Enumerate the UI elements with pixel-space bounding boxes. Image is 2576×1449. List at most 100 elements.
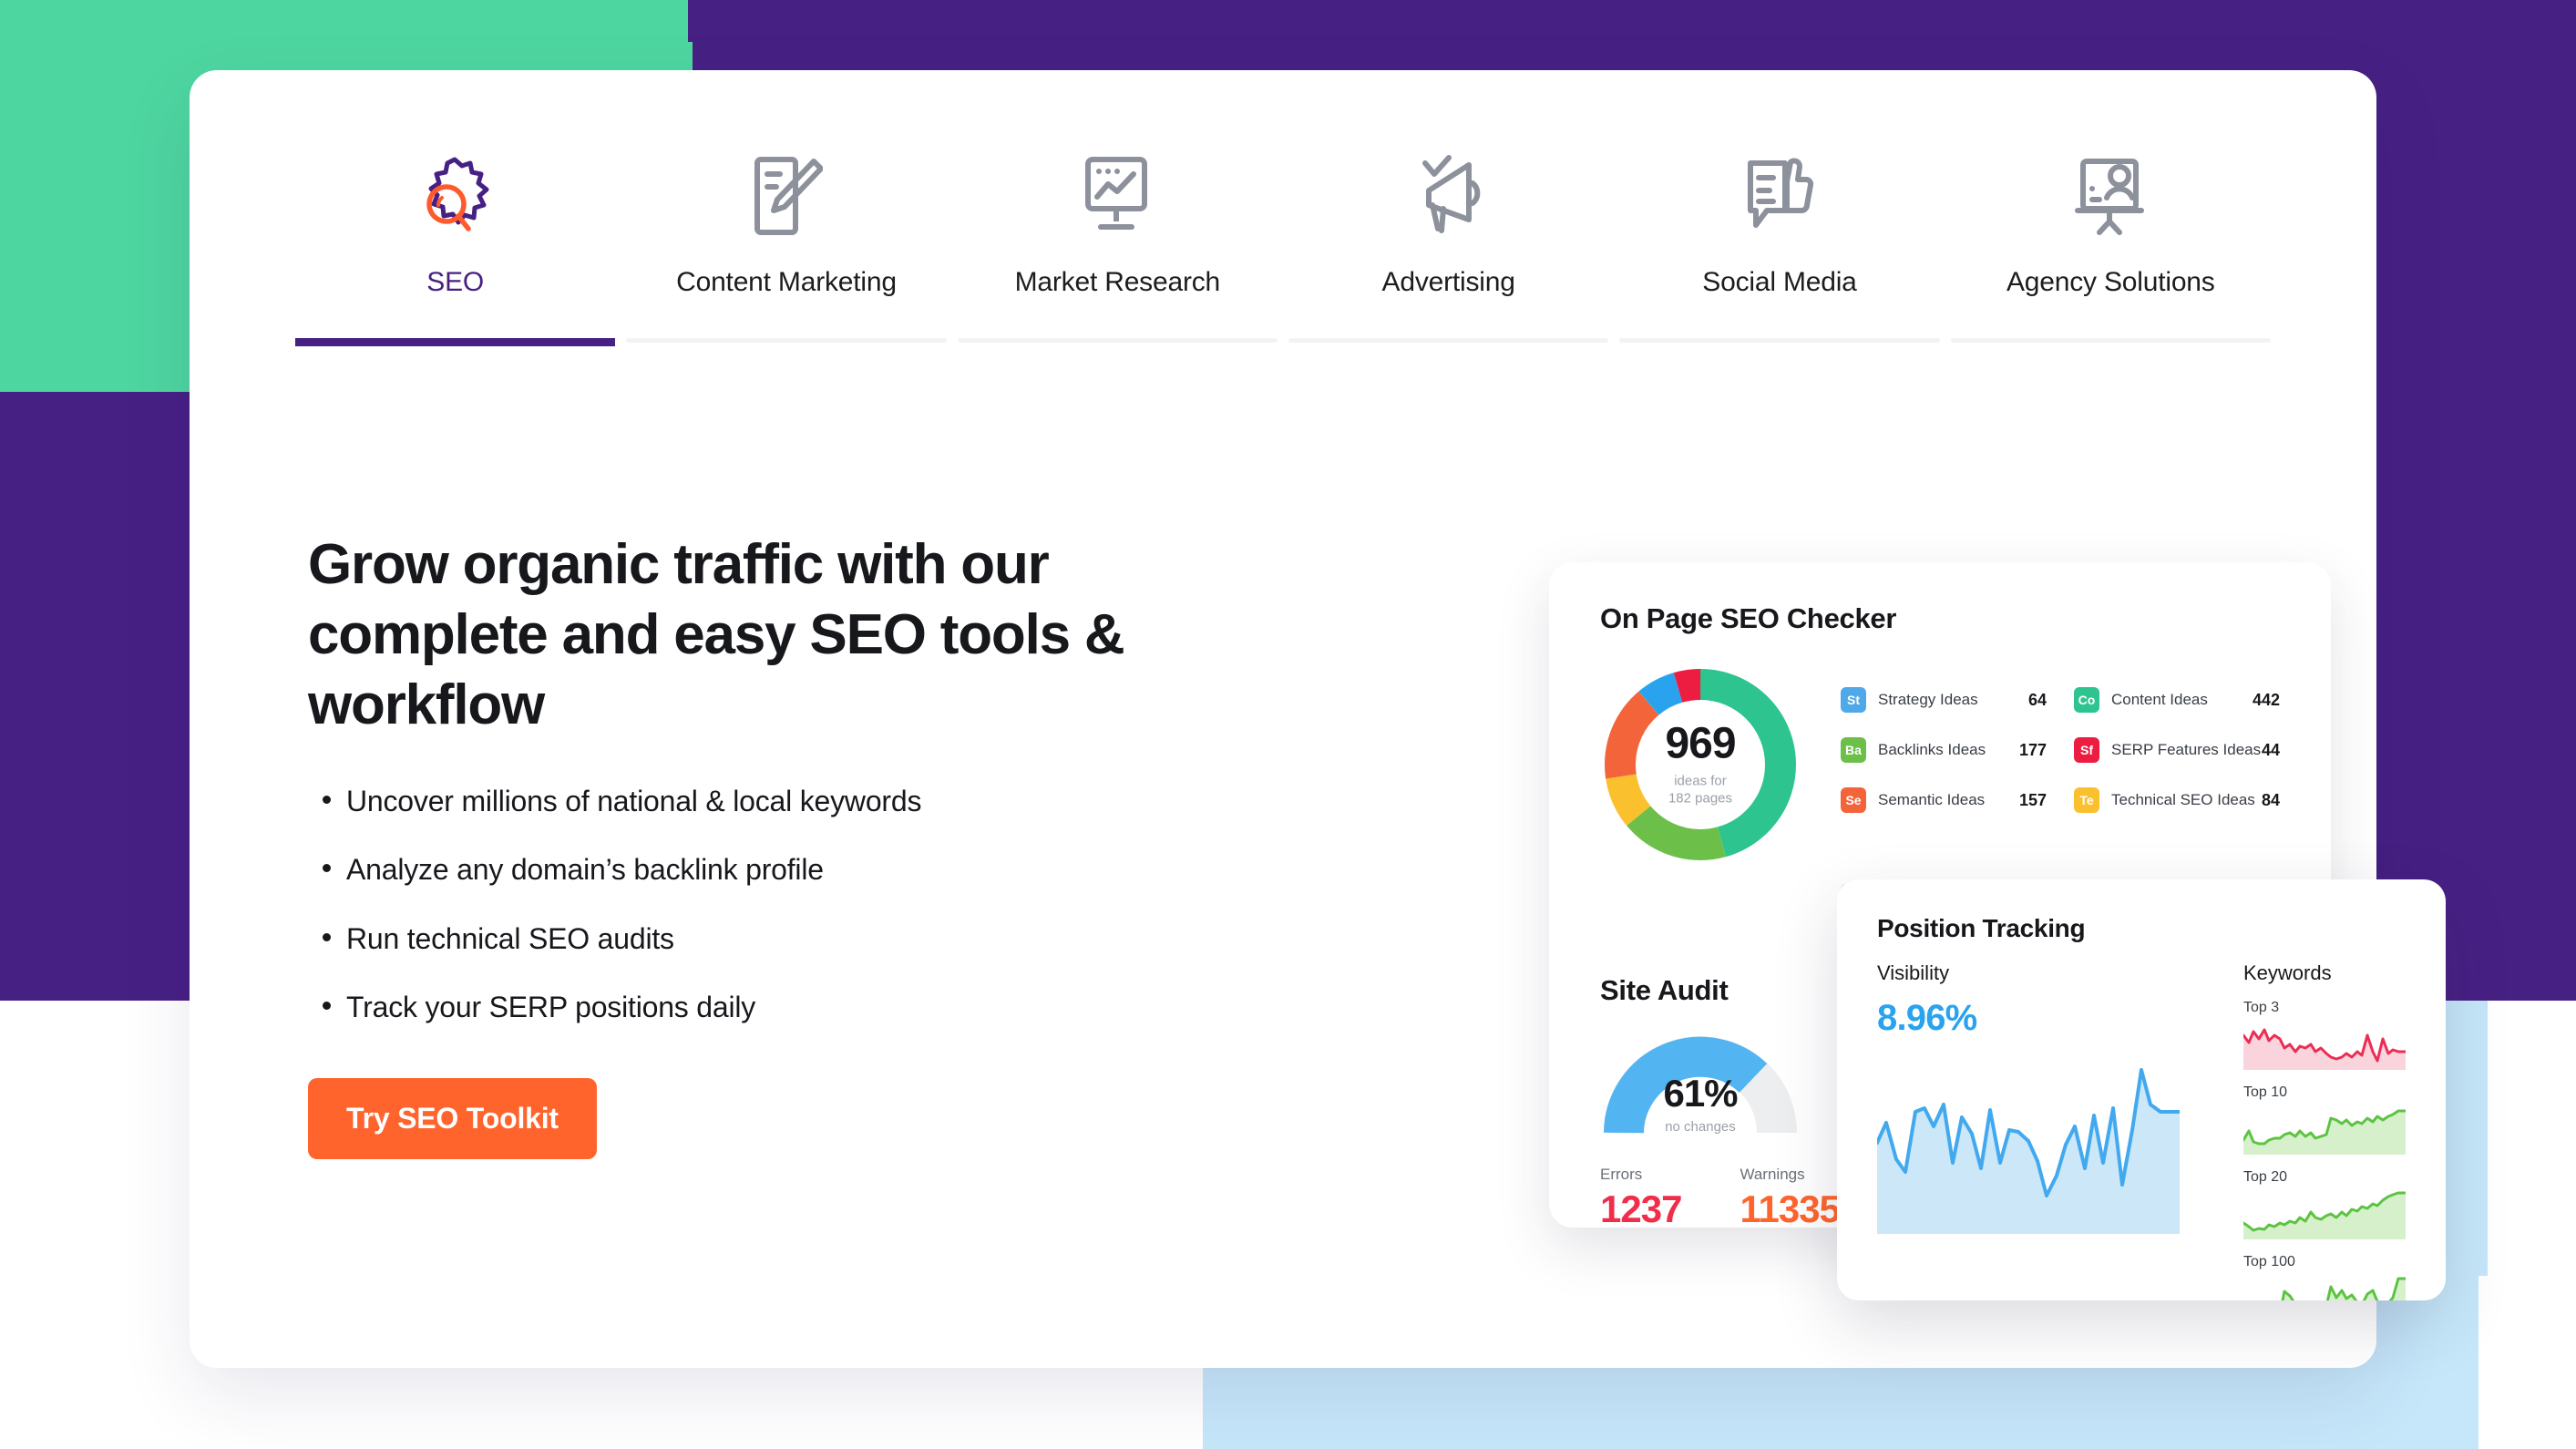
legend-label: Semantic Ideas — [1878, 791, 1986, 808]
visibility-value: 8.96% — [1877, 998, 1977, 1038]
sparkline-top3 — [2243, 1028, 2406, 1070]
tab-label: Advertising — [1381, 267, 1515, 297]
gauge-note: no changes — [1665, 1119, 1736, 1135]
donut-and-legend: 969 ideas for 182 pages St Strategy Idea… — [1600, 664, 2280, 865]
donut-subtitle: ideas for 182 pages — [1632, 773, 1769, 807]
legend-label: Content Ideas — [2111, 691, 2208, 708]
legend-value: 177 — [2018, 740, 2047, 759]
list-item: Uncover millions of national & local key… — [308, 783, 1274, 821]
card-title: On Page SEO Checker — [1600, 602, 1897, 634]
legend-row: Co Content Ideas 442 — [2074, 681, 2280, 719]
feature-list: Uncover millions of national & local key… — [308, 783, 1274, 1027]
purple-top-strip — [688, 0, 2576, 42]
card-title: Position Tracking — [1877, 914, 2086, 942]
tab-label: Agency Solutions — [2006, 267, 2215, 297]
tab-underline-active — [295, 338, 616, 346]
hero-card: SEO Content Marketing Market Research Ad… — [190, 70, 2446, 1368]
keywords-label: Keywords — [2243, 961, 2332, 984]
tab-advertising[interactable]: Advertising — [1283, 152, 1614, 346]
legend-value: 64 — [2027, 690, 2047, 709]
warnings-stat: Warnings 11335 — [1740, 1166, 1840, 1228]
tab-social-media[interactable]: Social Media — [1614, 152, 1945, 346]
hero-text-column: Grow organic traffic with our complete a… — [308, 530, 1274, 1159]
ideas-donut-chart: 969 ideas for 182 pages — [1600, 664, 1801, 865]
keyword-row-top20: Top 20 — [2243, 1169, 2406, 1239]
position-tracking-card: Position Tracking Visibility 8.96% Keywo… — [1837, 879, 2446, 1300]
tab-underline — [626, 338, 947, 343]
legend-badge: Ba — [1841, 737, 1866, 763]
legend-badge: Se — [1841, 787, 1866, 813]
legend-value: 84 — [2261, 790, 2280, 809]
person-presentation-icon — [2072, 152, 2149, 240]
visibility-label: Visibility — [1877, 961, 1950, 984]
legend-label: SERP Features Ideas — [2111, 741, 2262, 758]
tab-content-marketing[interactable]: Content Marketing — [621, 152, 951, 346]
ideas-legend: St Strategy Ideas 64 Co Content Ideas 44… — [1801, 664, 2280, 865]
tab-underline — [957, 338, 1278, 343]
legend-row: Te Technical SEO Ideas 84 — [2074, 781, 2280, 819]
warnings-value: 11335 — [1740, 1187, 1840, 1228]
product-tabs: SEO Content Marketing Market Research Ad… — [290, 152, 2276, 346]
keyword-label: Top 20 — [2243, 1169, 2288, 1185]
legend-badge: Co — [2074, 687, 2099, 713]
list-item: Analyze any domain’s backlink profile — [308, 851, 1274, 889]
legend-value: 157 — [2018, 790, 2047, 809]
keyword-label: Top 100 — [2243, 1254, 2295, 1269]
legend-value: 442 — [2252, 690, 2280, 709]
sparkline-top20 — [2243, 1191, 2406, 1239]
keyword-label: Top 10 — [2243, 1084, 2288, 1100]
list-item: Track your SERP positions daily — [308, 989, 1274, 1027]
tab-label: Market Research — [1014, 267, 1221, 297]
keyword-label: Top 3 — [2243, 1000, 2280, 1015]
tab-label: Content Marketing — [676, 267, 897, 297]
errors-label: Errors — [1600, 1166, 1643, 1183]
visibility-section: Visibility 8.96% — [1877, 961, 2207, 1300]
donut-sub-line-2: 182 pages — [1668, 790, 1733, 806]
donut-total-value: 969 — [1665, 719, 1736, 768]
legend-label: Strategy Ideas — [1878, 691, 1978, 708]
visibility-area-chart — [1877, 1055, 2207, 1234]
legend-badge: Te — [2074, 787, 2099, 813]
site-health-gauge: 61% no changes — [1600, 1031, 1801, 1138]
keyword-row-top10: Top 10 — [2243, 1084, 2406, 1155]
list-item: Run technical SEO audits — [308, 920, 1274, 959]
legend-row: Ba Backlinks Ideas 177 — [1841, 731, 2047, 769]
keyword-row-top3: Top 3 — [2243, 1000, 2406, 1070]
gauge-value: 61% — [1663, 1072, 1738, 1115]
legend-badge: Sf — [2074, 737, 2099, 763]
seo-gear-magnifier-icon — [412, 152, 499, 240]
legend-row: St Strategy Ideas 64 — [1841, 681, 2047, 719]
tab-label: SEO — [426, 267, 485, 297]
sparkline-top10 — [2243, 1109, 2406, 1155]
document-pencil-icon — [750, 152, 823, 240]
legend-row: Sf SERP Features Ideas 44 — [2074, 731, 2280, 769]
monitor-chart-icon — [1077, 152, 1157, 240]
donut-sub-line-1: ideas for — [1674, 773, 1727, 789]
legend-value: 44 — [2261, 740, 2280, 759]
errors-value: 1237 — [1600, 1187, 1682, 1228]
legend-label: Backlinks Ideas — [1878, 741, 1986, 758]
tab-seo[interactable]: SEO — [290, 152, 621, 346]
tab-underline — [1950, 338, 2271, 343]
thumbs-up-chat-icon — [1741, 152, 1818, 240]
green-blob-top-extension — [0, 0, 693, 55]
donut-center-label: 969 ideas for 182 pages — [1632, 722, 1769, 807]
keywords-section: Keywords Top 3 Top 10 Top 20 Top 100 — [2207, 961, 2406, 1300]
legend-label: Technical SEO Ideas — [2111, 791, 2255, 808]
tab-underline — [1288, 338, 1609, 343]
tab-underline — [1619, 338, 1940, 343]
gauge-center-label: 61% no changes — [1600, 1072, 1801, 1135]
try-seo-toolkit-button[interactable]: Try SEO Toolkit — [308, 1078, 597, 1159]
tab-label: Social Media — [1702, 267, 1857, 297]
sparkline-top100 — [2281, 1277, 2406, 1300]
tab-agency-solutions[interactable]: Agency Solutions — [1945, 152, 2276, 346]
legend-row: Se Semantic Ideas 157 — [1841, 781, 2047, 819]
legend-badge: St — [1841, 687, 1866, 713]
warnings-label: Warnings — [1740, 1166, 1805, 1183]
keyword-row-top100: Top 100 — [2243, 1254, 2406, 1300]
tab-market-research[interactable]: Market Research — [952, 152, 1283, 346]
page-title: Grow organic traffic with our complete a… — [308, 533, 1125, 736]
megaphone-icon — [1409, 152, 1489, 240]
errors-stat: Errors 1237 — [1600, 1166, 1682, 1228]
position-tracking-body: Visibility 8.96% Keywords Top 3 Top 10 T… — [1877, 961, 2406, 1300]
